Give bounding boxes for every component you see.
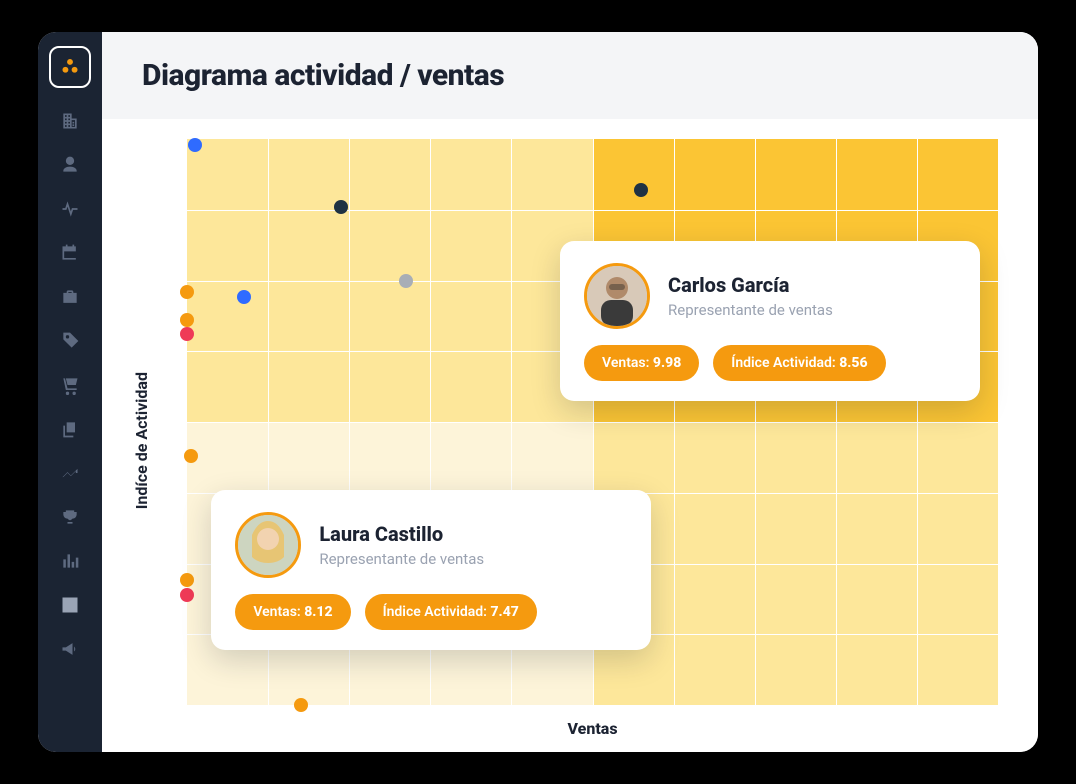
data-point[interactable] — [180, 573, 194, 587]
trend-icon[interactable] — [59, 462, 81, 484]
trophy-icon[interactable] — [59, 506, 81, 528]
app-window: Diagrama actividad / ventas Indíce de Ac… — [38, 32, 1038, 752]
bar-chart-icon[interactable] — [59, 550, 81, 572]
ventas-pill: Ventas: 9.98 — [584, 345, 699, 381]
page-title: Diagrama actividad / ventas — [142, 58, 998, 93]
tag-icon[interactable] — [59, 330, 81, 352]
data-point[interactable] — [634, 183, 648, 197]
cart-icon[interactable] — [59, 374, 81, 396]
y-axis-label: Indíce de Actividad — [132, 372, 151, 509]
person-role: Representante de ventas — [319, 550, 484, 568]
x-axis-label: Ventas — [187, 705, 998, 742]
copy-icon[interactable] — [59, 418, 81, 440]
avatar — [235, 512, 301, 578]
data-point[interactable] — [237, 290, 251, 304]
data-point[interactable] — [180, 285, 194, 299]
data-point[interactable] — [180, 327, 194, 341]
person-role: Representante de ventas — [668, 301, 833, 319]
analytics-icon[interactable] — [59, 594, 81, 616]
tooltip-laura[interactable]: Laura Castillo Representante de ventas V… — [211, 490, 651, 650]
tooltip-carlos[interactable]: Carlos García Representante de ventas Ve… — [560, 241, 980, 401]
data-point[interactable] — [334, 200, 348, 214]
quadrant-bottom-right — [593, 422, 999, 705]
sidebar — [38, 32, 102, 752]
indice-pill: Índice Actividad: 7.47 — [365, 594, 537, 630]
user-icon[interactable] — [59, 154, 81, 176]
avatar — [584, 263, 650, 329]
data-point[interactable] — [399, 274, 413, 288]
pulse-icon[interactable] — [59, 198, 81, 220]
indice-pill: Índice Actividad: 8.56 — [713, 345, 885, 381]
data-point[interactable] — [180, 588, 194, 602]
data-point[interactable] — [188, 138, 202, 152]
megaphone-icon[interactable] — [59, 638, 81, 660]
ventas-pill: Ventas: 8.12 — [235, 594, 350, 630]
scatter-plot[interactable]: Carlos García Representante de ventas Ve… — [187, 139, 998, 705]
briefcase-icon[interactable] — [59, 286, 81, 308]
page-header: Diagrama actividad / ventas — [102, 32, 1038, 119]
main-content: Diagrama actividad / ventas Indíce de Ac… — [102, 32, 1038, 752]
quadrant-top-left — [187, 139, 593, 422]
app-logo[interactable] — [49, 46, 91, 88]
chart-container: Indíce de Actividad — [102, 119, 1038, 752]
building-icon[interactable] — [59, 110, 81, 132]
calendar-icon[interactable] — [59, 242, 81, 264]
data-point[interactable] — [294, 698, 308, 712]
person-name: Laura Castillo — [319, 522, 484, 546]
data-point[interactable] — [184, 449, 198, 463]
data-point[interactable] — [180, 313, 194, 327]
person-name: Carlos García — [668, 273, 833, 297]
